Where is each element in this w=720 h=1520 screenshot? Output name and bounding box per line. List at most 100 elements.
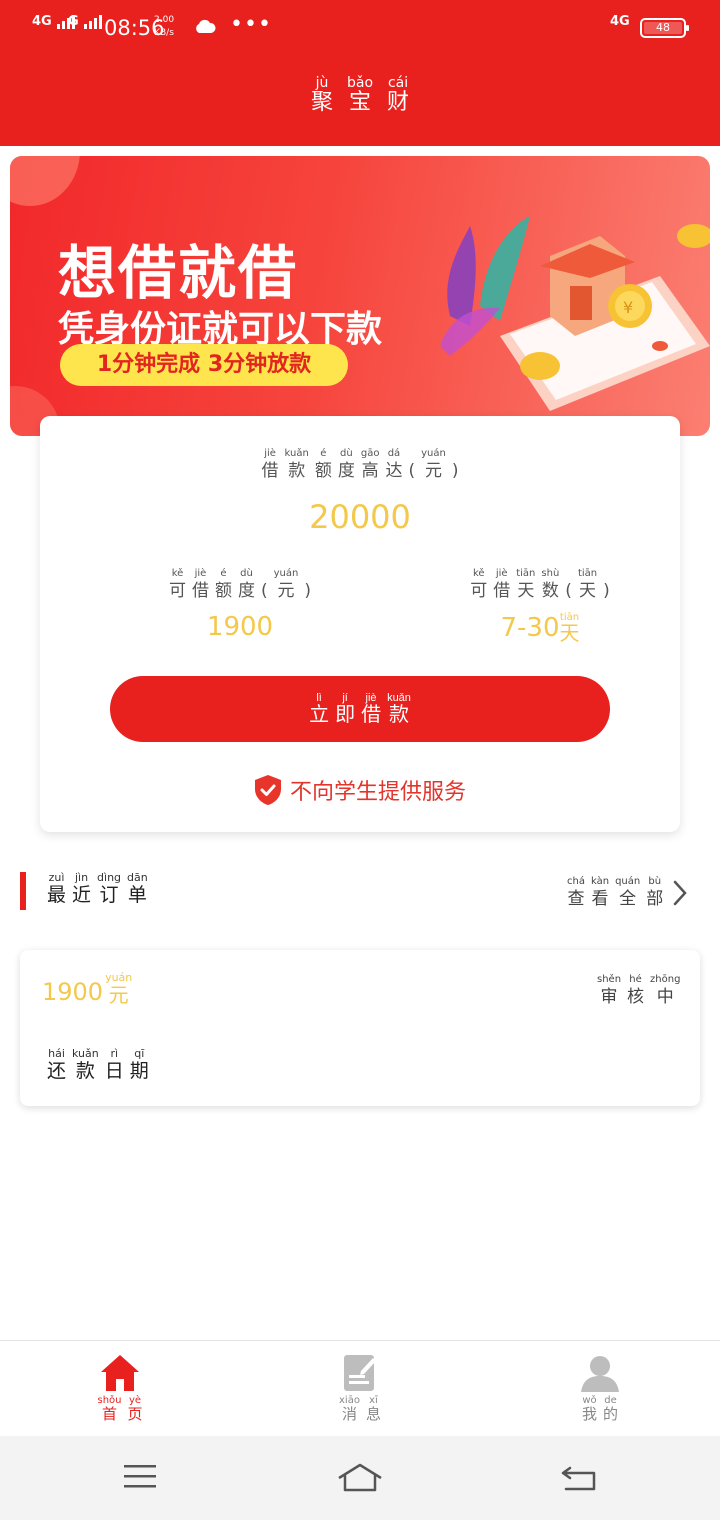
ruby-char: qī 期 — [129, 1048, 149, 1083]
decor-circle — [10, 156, 80, 206]
ruby-char: gāo 高 — [361, 448, 380, 482]
order-amount: 1900 yuán 元 — [42, 972, 132, 1007]
banner-pill: 1分钟完成 3分钟放款 — [60, 344, 348, 386]
pinyin: dìng — [97, 871, 122, 884]
ruby-char: é额 — [215, 568, 232, 602]
ruby-char: hé 核 — [627, 974, 644, 1008]
ruby-char: shù 数 — [541, 568, 559, 602]
ruby-char: kě 可 — [470, 568, 487, 602]
promo-banner[interactable]: 想借就借 凭身份证就可以下款 1分钟完成 3分钟放款 ¥ — [10, 156, 710, 436]
more-notifications-icon: ••• — [230, 12, 272, 37]
ruby-char: ) — [304, 568, 311, 602]
pinyin: jù — [315, 75, 329, 91]
ruby-char: zuì 最 — [47, 871, 66, 907]
ruby-char: ( — [565, 568, 572, 602]
banner-headline: 想借就借 — [58, 239, 299, 307]
hanzi: 首 — [101, 1405, 117, 1423]
hanzi: 借 — [493, 581, 511, 601]
ruby-char: jiè 借 — [262, 448, 279, 482]
system-navigation-bar — [0, 1436, 720, 1520]
hanzi: 即 — [335, 704, 356, 726]
ruby-char: jìn 近 — [72, 871, 91, 907]
top-bar: 4G G 08:56 2.00 KB/s ••• 4G 48 jù 聚 bǎo 宝 cá… — [0, 0, 720, 146]
borrow-now-button[interactable]: lì 立 jí 即 jiè 借 kuǎn 款 — [110, 676, 610, 742]
pinyin: jiè — [365, 692, 377, 704]
ruby-char: xiāo 消 — [339, 1395, 360, 1422]
hanzi: 借 — [191, 581, 209, 601]
hanzi: 达 — [385, 461, 403, 481]
tab-profile[interactable]: wǒ 我 de 的 — [540, 1353, 660, 1422]
ruby-char: yuán 元 — [421, 448, 446, 482]
pinyin: kě — [472, 568, 485, 579]
pinyin: jìn — [74, 871, 89, 884]
available-limit-amount: 1900 — [206, 612, 274, 642]
view-all-link[interactable]: chá 查 kàn 看 quán 全 bù 部 — [564, 876, 688, 910]
hanzi: ) — [304, 581, 311, 601]
student-notice: 不向学生提供服务 — [40, 774, 680, 806]
ruby-char: jí 即 — [335, 692, 355, 726]
ruby-char: jù 聚 — [311, 76, 333, 115]
ruby-char: bǎo 宝 — [347, 76, 373, 115]
ruby-char: shěn 审 — [597, 974, 621, 1008]
pinyin: dān — [127, 871, 148, 884]
ruby-char: zhōng 中 — [650, 974, 680, 1008]
tab-profile-label: wǒ 我 de 的 — [579, 1395, 621, 1422]
ruby-char: kuǎn 款 — [387, 692, 411, 726]
pinyin: kuǎn — [284, 448, 309, 459]
ruby-char: dù 度 — [338, 448, 355, 482]
hanzi: 元 — [424, 461, 442, 481]
back-icon[interactable] — [560, 1462, 598, 1494]
hanzi: 元 — [277, 581, 295, 601]
hanzi: 部 — [646, 889, 664, 909]
pinyin: quán — [615, 876, 641, 887]
hanzi: 借 — [361, 704, 382, 726]
pinyin: gāo — [360, 448, 380, 459]
page-title: jù 聚 bǎo 宝 cái 财 — [0, 76, 720, 115]
hanzi: 订 — [99, 884, 119, 906]
pinyin: kuǎn — [72, 1047, 99, 1060]
ruby-char: dá 达 — [385, 448, 402, 482]
menu-icon[interactable] — [122, 1462, 158, 1492]
ruby-char: ) — [603, 568, 610, 602]
tab-messages[interactable]: xiāo 消 xī 息 — [300, 1353, 420, 1422]
hanzi: 审 — [600, 987, 618, 1007]
svg-text:¥: ¥ — [623, 298, 633, 317]
hanzi: 看 — [591, 889, 609, 909]
ruby-char: rì 日 — [105, 1048, 124, 1083]
hanzi: 还 — [47, 1060, 67, 1082]
pinyin: kě — [171, 568, 184, 579]
tab-home[interactable]: shǒu 首 yè 页 — [60, 1353, 180, 1422]
pinyin: yuán — [273, 568, 299, 579]
hanzi: ( — [408, 461, 416, 481]
max-limit-label: jiè 借 kuǎn 款 é 额 dù 度 gāo 高 dá 达(yuán 元) — [40, 448, 680, 482]
ruby-char: jiè 借 — [493, 568, 510, 602]
hanzi: 额 — [314, 461, 332, 481]
hanzi: ( — [260, 581, 268, 601]
message-icon — [344, 1355, 376, 1391]
hanzi: 财 — [387, 90, 410, 115]
hanzi: 度 — [237, 581, 255, 601]
speed-value: 2.00 — [154, 15, 175, 25]
home-outline-icon[interactable] — [336, 1462, 384, 1494]
ruby-char: ) — [452, 448, 459, 482]
repayment-date-label: hái 还 kuǎn 款 rì 日 qī 期 — [44, 1047, 152, 1083]
hanzi: 期 — [129, 1060, 149, 1082]
hanzi: 度 — [337, 461, 355, 481]
hanzi: 中 — [656, 987, 674, 1007]
pinyin: tiān — [516, 568, 536, 579]
hanzi: 可 — [168, 581, 186, 601]
pinyin: dù — [240, 568, 253, 579]
pinyin: zuì — [48, 871, 65, 884]
order-card[interactable]: 1900 yuán 元 shěn 审 hé 核 zhōng 中 hái 还 kuǎn 款 rì 日 qī… — [20, 950, 700, 1106]
hanzi: 借 — [261, 461, 279, 481]
ruby-char: kuǎn 款 — [72, 1047, 99, 1083]
hanzi: 可 — [470, 581, 488, 601]
pinyin: dù — [340, 448, 353, 459]
pinyin: jiè — [495, 568, 508, 579]
hanzi: 查 — [567, 889, 585, 909]
hanzi: 息 — [365, 1405, 381, 1423]
days-range: 7-30 — [500, 613, 560, 643]
signal-label: G — [68, 14, 79, 29]
hanzi: 消 — [341, 1405, 357, 1423]
phone-coins-illustration-icon: ¥ — [440, 216, 710, 411]
